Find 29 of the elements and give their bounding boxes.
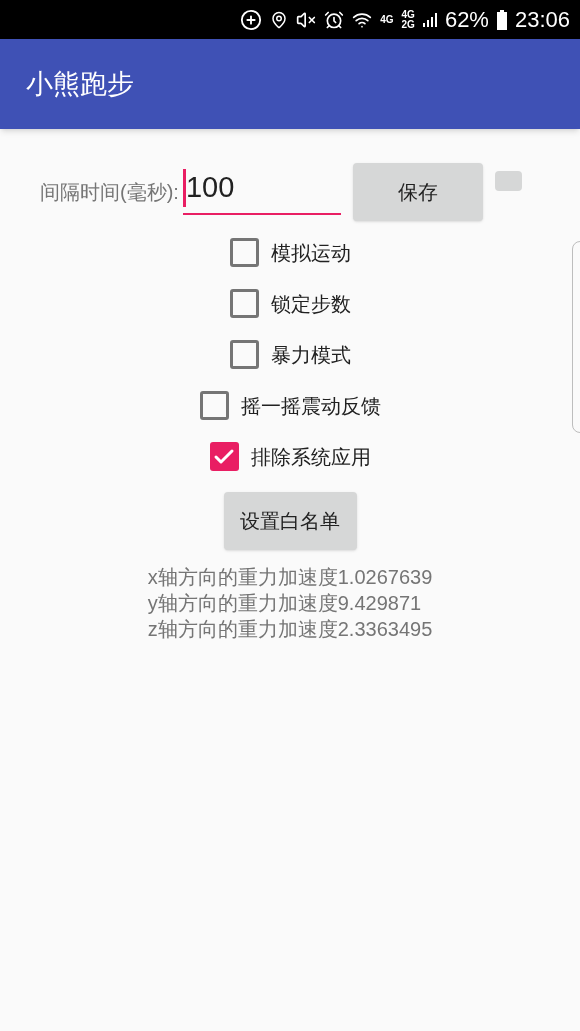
checkbox[interactable] [199, 391, 229, 420]
alarm-icon [324, 9, 345, 30]
gravity-reading: z轴方向的重力加速度2.3363495 [147, 617, 433, 642]
checkbox[interactable] [229, 340, 259, 369]
option-label: 摇一摇震动反馈 [240, 393, 381, 419]
gravity-reading: x轴方向的重力加速度1.0267639 [147, 565, 433, 590]
checkbox[interactable] [229, 238, 259, 267]
option-label: 锁定步数 [270, 291, 351, 317]
data-saver-icon [240, 8, 263, 31]
interval-input[interactable]: 100 [182, 163, 341, 215]
network-type: 2G [401, 19, 415, 30]
network-type: 4G [401, 9, 415, 20]
mute-icon [296, 9, 317, 30]
signal-icon [422, 12, 437, 27]
checkbox[interactable] [229, 289, 259, 318]
battery-percent: 62% [444, 6, 489, 34]
gravity-reading: y轴方向的重力加速度9.429871 [147, 591, 423, 616]
app-title: 小熊跑步 [26, 67, 134, 101]
option-label: 暴力模式 [270, 342, 351, 368]
clock: 23:06 [514, 6, 570, 34]
checkbox[interactable] [209, 442, 239, 471]
network-type: 4G [380, 13, 394, 27]
battery-icon [496, 9, 507, 30]
option-label: 模拟运动 [270, 240, 351, 266]
interval-label: 间隔时间(毫秒): [40, 180, 179, 205]
whitelist-button[interactable]: 设置白名单 [223, 492, 357, 550]
option-label: 排除系统应用 [250, 444, 371, 470]
save-button[interactable]: 保存 [352, 163, 483, 221]
location-icon [270, 10, 289, 29]
